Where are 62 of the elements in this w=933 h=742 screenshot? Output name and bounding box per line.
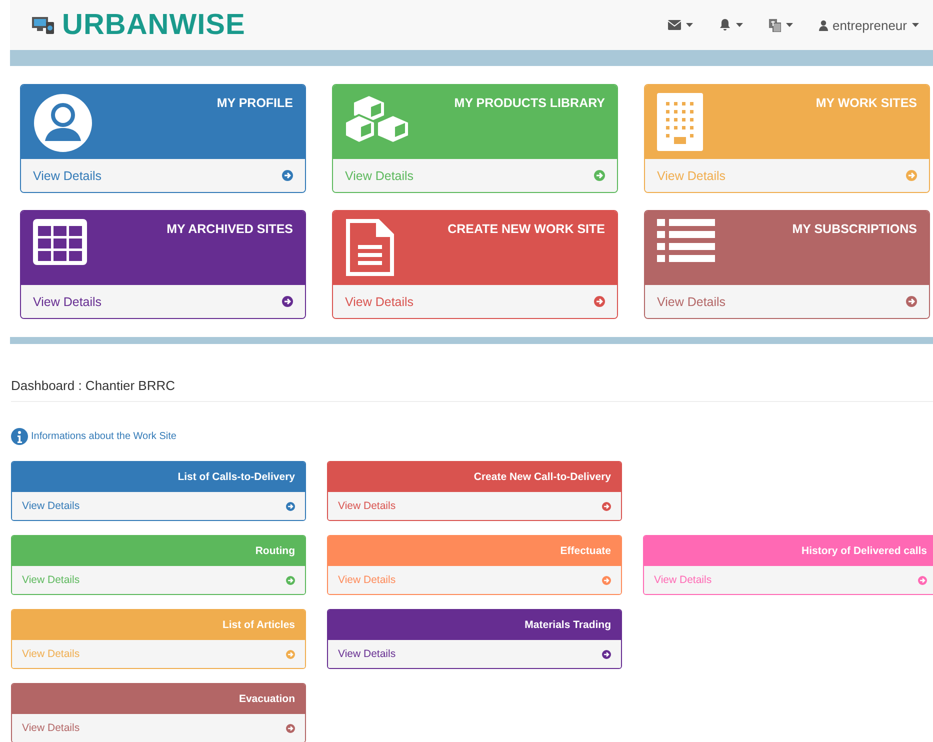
arrow-circle-icon [286,502,295,510]
panel-title: History of Delivered calls [802,545,927,557]
view-details-link[interactable]: View Details [644,566,933,594]
panel-title: Evacuation [238,693,295,705]
logo-text: URBANWISE [62,8,246,42]
arrow-circle-icon [906,170,917,181]
mail-menu[interactable] [668,20,693,30]
arrow-circle-icon [282,296,293,307]
document-icon [345,219,395,277]
view-details-link[interactable]: View Details [645,285,929,318]
arrow-circle-icon [286,576,295,584]
bell-icon [718,19,731,31]
view-details-link[interactable]: View Details [12,492,305,520]
arrow-circle-icon [286,650,295,658]
arrow-circle-icon [594,170,605,181]
user-icon [818,20,828,30]
arrow-circle-icon [602,650,611,658]
arrow-circle-icon [918,576,927,584]
bell-menu[interactable] [718,19,743,31]
caret-icon [786,23,793,27]
panel-title: MY SUBSCRIPTIONS [792,222,917,236]
view-details-link[interactable]: View Details [328,640,621,668]
info-icon [11,428,28,445]
view-details-link[interactable]: View Details [333,159,617,192]
view-details-link[interactable]: View Details [333,285,617,318]
panel-title: MY PRODUCTS LIBRARY [454,96,605,110]
user-icon [33,93,93,153]
arrow-circle-icon [602,576,611,584]
panel-title: Routing [255,545,295,557]
panel-title: Materials Trading [524,619,611,631]
panel-title: CREATE NEW WORK SITE [448,222,605,236]
info-link[interactable]: Informations about the Work Site [11,428,933,445]
user-menu[interactable]: entrepreneur [818,18,919,32]
arrow-circle-icon [906,296,917,307]
caret-icon [686,23,693,27]
arrow-circle-icon [282,170,293,181]
panel-title: List of Calls-to-Delivery [178,471,295,483]
logo-icon [32,15,56,35]
building-icon [657,93,703,151]
view-details-link[interactable]: View Details [12,714,305,742]
panel-title: MY WORK SITES [816,96,917,110]
arrow-circle-icon [286,724,295,732]
table-icon [33,219,87,265]
panel-title: MY PROFILE [216,96,293,110]
panel-title: Create New Call-to-Delivery [474,471,611,483]
arrow-circle-icon [602,502,611,510]
list-icon [657,219,715,263]
panel-title: MY ARCHIVED SITES [166,222,293,236]
panel-title: Effectuate [560,545,611,557]
caret-icon [912,23,919,27]
view-details-link[interactable]: View Details [328,492,621,520]
view-details-link[interactable]: View Details [21,285,305,318]
view-details-link[interactable]: View Details [21,159,305,192]
mail-icon [668,20,681,30]
arrow-circle-icon [594,296,605,307]
view-details-link[interactable]: View Details [12,566,305,594]
view-details-link[interactable]: View Details [328,566,621,594]
translate-icon [768,18,781,32]
dashboard-title: Dashboard : Chantier BRRC [11,378,933,402]
translate-menu[interactable] [768,18,793,32]
panel-title: List of Articles [222,619,295,631]
caret-icon [736,23,743,27]
